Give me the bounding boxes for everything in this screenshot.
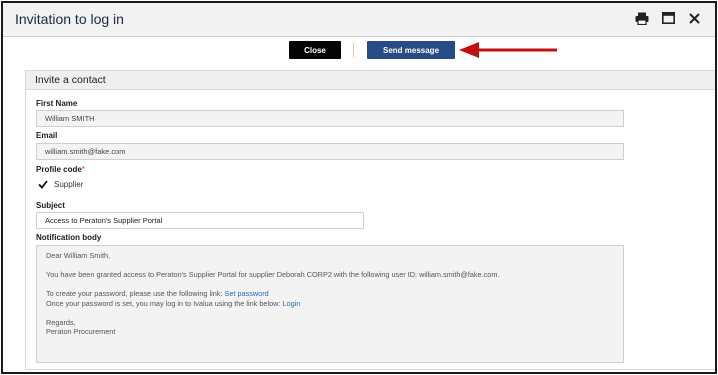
- window-controls: [635, 11, 701, 25]
- dialog-window: Invitation to log in Close Send message …: [1, 1, 717, 374]
- body-line-login: Once your password is set, you may log i…: [46, 299, 614, 309]
- toolbar-divider: [353, 43, 354, 57]
- profile-code-label: Profile code*: [36, 165, 85, 174]
- profile-option-label: Supplier: [54, 179, 84, 189]
- print-icon[interactable]: [635, 11, 649, 25]
- close-button[interactable]: Close: [289, 41, 341, 59]
- close-icon[interactable]: [687, 11, 701, 25]
- login-instructions: Once your password is set, you may log i…: [46, 298, 281, 308]
- profile-option-supplier[interactable]: Supplier: [38, 179, 83, 189]
- email-label: Email: [36, 131, 58, 140]
- body-line-access: You have been granted access to Peraton'…: [46, 270, 500, 279]
- section-title: Invite a contact: [26, 71, 715, 90]
- maximize-icon[interactable]: [661, 11, 675, 25]
- title-bar: Invitation to log in: [3, 3, 715, 37]
- first-name-label: First Name: [36, 99, 78, 108]
- red-arrow-annotation-icon: [459, 42, 557, 58]
- subject-label: Subject: [36, 201, 65, 210]
- body-signature: Peraton Procurement: [46, 327, 116, 336]
- send-message-button[interactable]: Send message: [367, 41, 455, 59]
- profile-code-label-text: Profile code: [36, 165, 82, 174]
- notification-body-field[interactable]: Dear William Smith, You have been grante…: [36, 245, 624, 363]
- subject-input[interactable]: Access to Peraton's Supplier Portal: [36, 212, 364, 229]
- first-name-field[interactable]: William SMITH: [36, 110, 624, 127]
- required-marker: *: [81, 165, 85, 174]
- invite-contact-panel: Invite a contact First Name William SMIT…: [25, 70, 715, 370]
- checkmark-icon[interactable]: [38, 179, 48, 189]
- body-closing: Regards,: [46, 317, 76, 327]
- email-field[interactable]: william.smith@fake.com: [36, 143, 624, 160]
- action-toolbar: Close Send message: [3, 38, 715, 62]
- body-line-password: To create your password, please use the …: [46, 289, 614, 299]
- notification-body-label: Notification body: [36, 233, 102, 242]
- set-password-link[interactable]: Set password: [224, 289, 268, 298]
- login-link[interactable]: Login: [282, 299, 300, 308]
- password-instructions: To create your password, please use the …: [46, 289, 223, 298]
- dialog-title: Invitation to log in: [15, 11, 124, 27]
- body-greeting: Dear William Smith,: [46, 251, 111, 260]
